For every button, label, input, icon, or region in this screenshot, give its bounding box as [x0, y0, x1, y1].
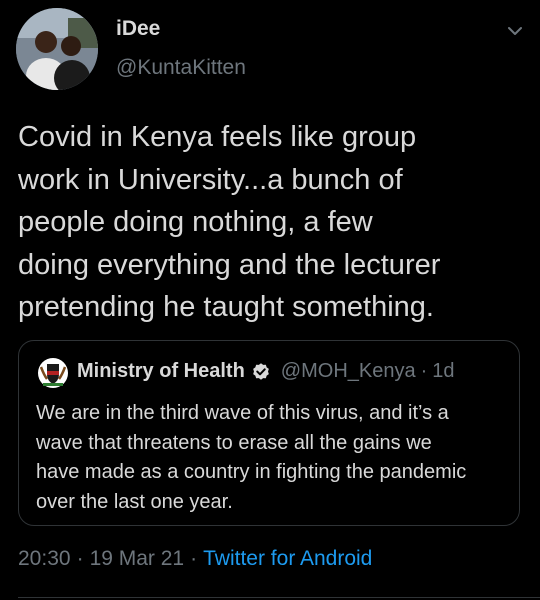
- tweet: iDee @KuntaKitten Covid in Kenya feels l…: [0, 0, 540, 600]
- quoted-tweet-header: Ministry of Health @MOH_Kenya · 1d: [77, 360, 455, 383]
- author-name[interactable]: iDee: [116, 17, 160, 41]
- quoted-author-name[interactable]: Ministry of Health: [77, 360, 245, 383]
- tweet-text-line: work in University...a bunch of: [18, 163, 403, 196]
- quoted-text-line: We are in the third wave of this virus, …: [36, 402, 449, 424]
- tweet-source-link[interactable]: Twitter for Android: [203, 547, 372, 570]
- divider: [18, 597, 540, 598]
- quoted-text-line: wave that threatens to erase all the gai…: [36, 431, 432, 454]
- quoted-tweet[interactable]: Ministry of Health @MOH_Kenya · 1d We ar…: [18, 340, 520, 526]
- coat-of-arms-icon: [37, 357, 69, 389]
- separator-dot: ·: [76, 547, 84, 570]
- quoted-timestamp[interactable]: 1d: [432, 360, 454, 383]
- quoted-author-handle[interactable]: @MOH_Kenya: [281, 360, 416, 383]
- author-handle[interactable]: @KuntaKitten: [116, 56, 246, 80]
- tweet-date[interactable]: 19 Mar 21: [90, 547, 185, 570]
- tweet-text-line: people doing nothing, a few: [18, 206, 373, 238]
- verified-badge-icon: [252, 362, 269, 380]
- tweet-text-line: Covid in Kenya feels like group: [18, 121, 417, 153]
- author-avatar[interactable]: [16, 8, 98, 90]
- tweet-text-line: pretending he taught something.: [18, 291, 434, 323]
- quoted-text-line: over the last one year.: [36, 490, 233, 513]
- tweet-time[interactable]: 20:30: [18, 547, 71, 570]
- tweet-text: Covid in Kenya feels like group work in …: [18, 116, 518, 329]
- quoted-text-line: have made as a country in fighting the p…: [36, 461, 467, 483]
- quoted-tweet-text: We are in the third wave of this virus, …: [36, 399, 511, 517]
- tweet-meta: 20:30 · 19 Mar 21 · Twitter for Android: [18, 547, 372, 571]
- tweet-text-line: doing everything and the lecturer: [18, 248, 441, 281]
- separator-dot: ·: [190, 547, 198, 570]
- chevron-down-icon[interactable]: [506, 24, 524, 38]
- separator-dot: ·: [420, 360, 428, 382]
